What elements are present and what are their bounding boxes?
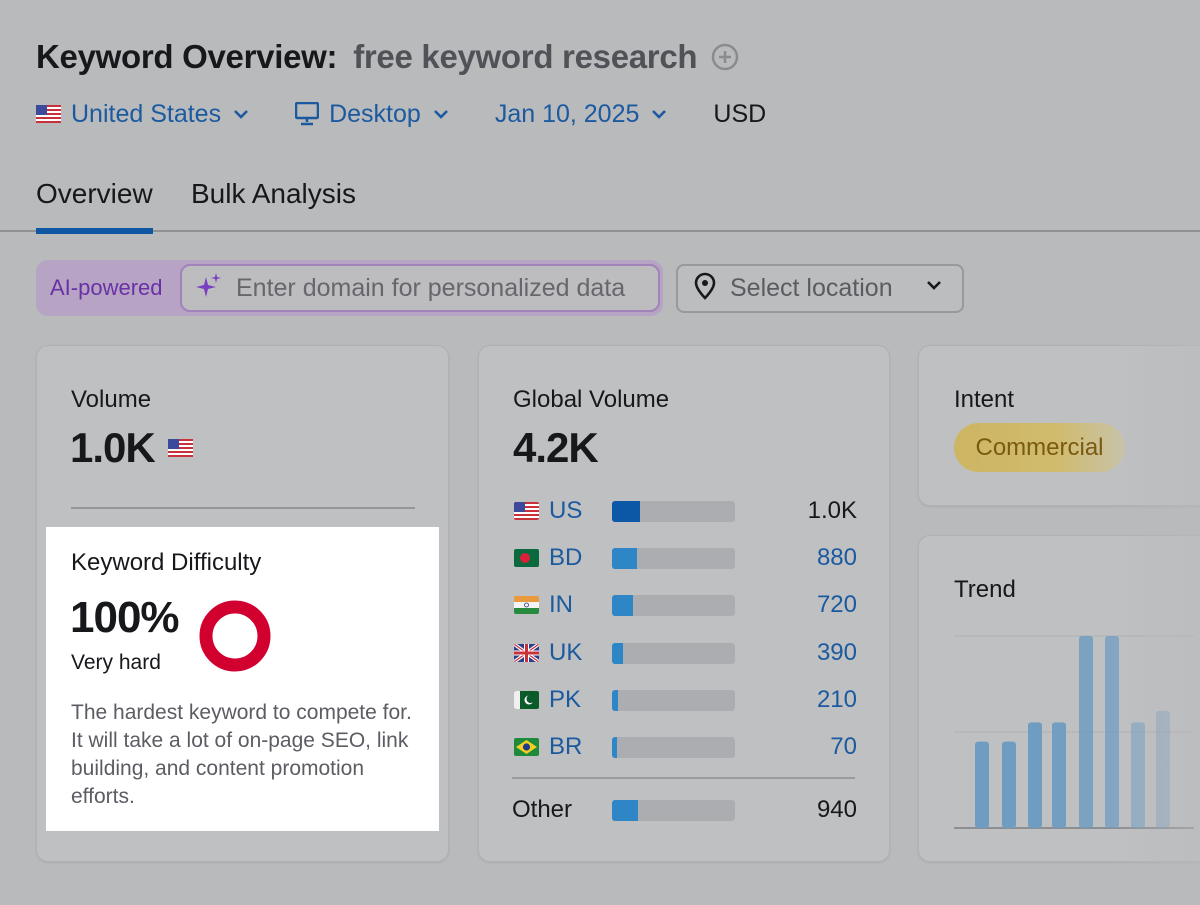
filter-bar: United States Desktop Jan 10, 2025 USD: [36, 96, 766, 132]
country-code-link[interactable]: US: [549, 497, 582, 525]
kd-value: 100%: [70, 593, 180, 642]
keyword-difficulty-panel: Keyword Difficulty 100% Very hard The ha…: [46, 527, 439, 831]
global-volume-label: Global Volume: [513, 386, 670, 413]
country-row-other: Other 940: [512, 795, 857, 825]
us-flag-icon: [168, 439, 193, 462]
bd-flag-icon: [514, 549, 539, 567]
in-flag-icon: [514, 596, 539, 614]
volume-bar-fill: [612, 548, 637, 569]
other-label: Other: [512, 796, 573, 823]
currency-label: USD: [713, 99, 767, 128]
volume-value: 1.0K: [70, 424, 156, 471]
volume-bar-fill: [612, 643, 624, 664]
trend-chart: [954, 635, 1194, 829]
tab-bar: Overview Bulk Analysis: [0, 170, 1200, 234]
country-volume-value: 1.0K: [807, 497, 857, 524]
country-row-uk: UK 390: [512, 638, 857, 668]
country-dropdown[interactable]: United States: [36, 100, 249, 129]
date-dropdown[interactable]: Jan 10, 2025: [495, 100, 668, 129]
location-pin-icon: [694, 272, 716, 305]
country-label: United States: [71, 99, 222, 128]
country-code-link[interactable]: PK: [549, 686, 581, 714]
chevron-down-icon: [926, 280, 942, 290]
country-volume-value[interactable]: 390: [817, 639, 857, 667]
device-dropdown[interactable]: Desktop: [295, 100, 449, 129]
kd-level: Very hard: [71, 651, 161, 674]
kd-description: The hardest keyword to compete for. It w…: [71, 701, 412, 808]
desktop-icon: [295, 102, 320, 126]
volume-bar-track: [612, 595, 735, 616]
volume-bar-fill: [612, 501, 641, 522]
volume-bar-track: [612, 800, 735, 821]
volume-bar-fill: [612, 595, 633, 616]
intent-badge: Commercial: [954, 423, 1125, 472]
country-volume-value[interactable]: 210: [817, 686, 857, 714]
trend-bar[interactable]: [1028, 722, 1042, 828]
volume-bar-track: [612, 643, 735, 664]
country-row-us: US 1.0K: [512, 496, 857, 526]
chevron-down-icon: [651, 109, 667, 119]
trend-bar[interactable]: [1131, 722, 1145, 828]
domain-input[interactable]: [236, 273, 656, 303]
divider: [71, 507, 415, 509]
country-volume-value[interactable]: 720: [817, 591, 857, 619]
country-volume-value[interactable]: 70: [830, 733, 857, 761]
device-label: Desktop: [329, 99, 421, 128]
pk-flag-icon: [514, 691, 539, 709]
volume-bar-track: [612, 690, 735, 711]
volume-bar-fill: [612, 737, 617, 758]
country-row-pk: PK 210: [512, 685, 857, 715]
tab-bulk-analysis[interactable]: Bulk Analysis: [191, 178, 356, 210]
us-flag-icon: [514, 502, 539, 520]
volume-bar-track: [612, 548, 735, 569]
country-code-link[interactable]: BD: [549, 544, 582, 572]
location-placeholder: Select location: [730, 274, 893, 302]
chevron-down-icon: [233, 109, 249, 119]
sparkle-icon: [196, 272, 222, 304]
chevron-down-icon: [433, 109, 449, 119]
intent-label: Intent: [954, 386, 1015, 413]
ai-powered-badge: AI-powered: [50, 275, 163, 300]
divider: [512, 777, 855, 779]
country-code-link[interactable]: IN: [549, 591, 573, 619]
kd-label: Keyword Difficulty: [71, 549, 262, 576]
trend-bar[interactable]: [1079, 636, 1093, 828]
volume-bar-track: [612, 501, 735, 522]
domain-input-wrapper[interactable]: [180, 264, 660, 312]
global-volume-value: 4.2K: [513, 424, 599, 471]
ai-domain-search: AI-powered: [36, 260, 663, 316]
add-keyword-icon[interactable]: [711, 43, 739, 71]
br-flag-icon: [514, 738, 539, 756]
trend-bar[interactable]: [975, 741, 989, 828]
trend-bar[interactable]: [1002, 741, 1016, 828]
trend-bar[interactable]: [1052, 722, 1066, 828]
tab-overview[interactable]: Overview: [36, 178, 153, 234]
country-volume-value[interactable]: 880: [817, 544, 857, 572]
keyword-text: free keyword research: [353, 38, 698, 75]
volume-bar-fill: [612, 800, 638, 821]
trend-bar[interactable]: [1105, 636, 1119, 828]
date-label: Jan 10, 2025: [494, 99, 640, 128]
trend-card: Trend: [918, 535, 1200, 862]
country-row-bd: BD 880: [512, 543, 857, 573]
volume-bar-track: [612, 737, 735, 758]
kd-donut-chart: [199, 600, 271, 672]
trend-label: Trend: [954, 576, 1016, 603]
volume-label: Volume: [71, 386, 152, 413]
uk-flag-icon: [514, 644, 539, 662]
location-select[interactable]: Select location: [676, 264, 964, 313]
trend-bar[interactable]: [1156, 710, 1170, 828]
country-row-in: IN 720: [512, 590, 857, 620]
page-title: Keyword Overview: free keyword research: [36, 38, 739, 76]
kd-donut-ring: [199, 600, 271, 672]
us-flag-icon: [36, 105, 61, 123]
other-volume-value: 940: [816, 796, 857, 823]
country-code-link[interactable]: BR: [549, 733, 582, 761]
country-code-link[interactable]: UK: [549, 639, 582, 667]
country-row-br: BR 70: [512, 732, 857, 762]
volume-bar-fill: [612, 690, 619, 711]
page-title-label: Keyword Overview:: [36, 38, 338, 75]
